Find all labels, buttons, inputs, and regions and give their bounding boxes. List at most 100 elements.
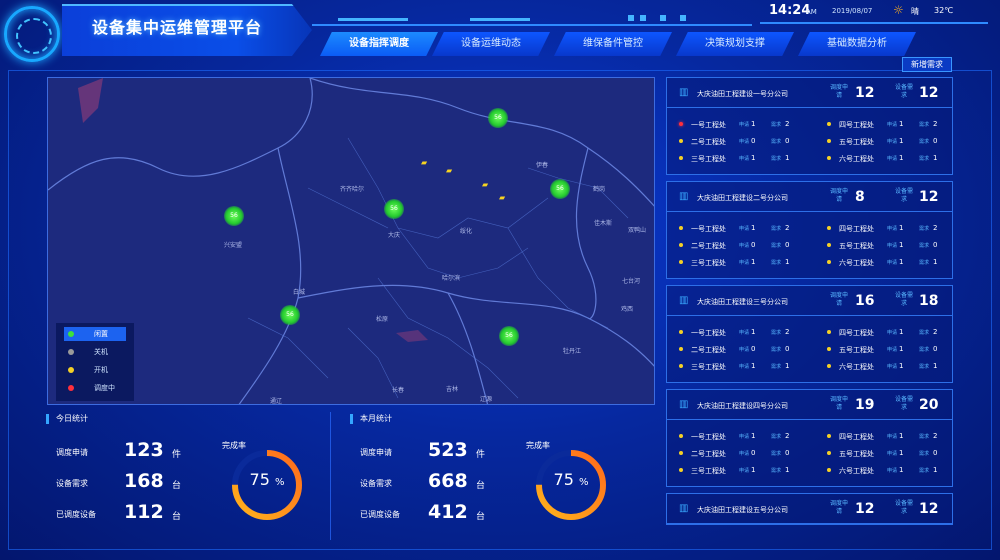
status-dot xyxy=(68,331,74,337)
legend-item-dispatching[interactable]: 调度中 xyxy=(64,381,126,395)
map-marker[interactable]: 56 xyxy=(384,199,404,219)
legend-label: 开机 xyxy=(94,366,108,374)
apply-value: 1 xyxy=(899,120,904,128)
legend-item-idle[interactable]: 闲置 xyxy=(64,327,126,341)
demand-key: 需求 xyxy=(771,156,782,162)
new-request-button[interactable]: 新增需求 xyxy=(902,57,952,72)
branch-name: 二号工程处 xyxy=(691,138,726,146)
branch-row[interactable]: 一号工程处 申请 1 需求 2 xyxy=(679,430,819,444)
branch-row[interactable]: 六号工程处 申请 1 需求 1 xyxy=(827,152,967,166)
branch-row[interactable]: 二号工程处 申请 0 需求 0 xyxy=(679,447,819,461)
apply-value: 0 xyxy=(751,449,756,457)
rate-unit: % xyxy=(274,477,285,488)
demand-label: 设备需求 xyxy=(895,84,914,99)
branch-row[interactable]: 二号工程处 申请 0 需求 0 xyxy=(679,239,819,253)
map-marker[interactable]: 56 xyxy=(488,108,508,128)
square-decoration xyxy=(660,15,666,21)
status-dot xyxy=(679,243,683,247)
apply-value: 1 xyxy=(899,345,904,353)
building-icon: ▥ xyxy=(679,191,689,202)
demand-key: 需求 xyxy=(919,451,930,457)
apply-count: 12 xyxy=(855,501,875,517)
apply-key: 申请 xyxy=(739,226,750,232)
company-card[interactable]: ▥ 大庆油田工程建设三号分公司 调度申请 16 设备需求 18 一号工程处 申请 1 需求 2 二号工… xyxy=(666,285,953,383)
branch-row[interactable]: 三号工程处 申请 1 需求 1 xyxy=(679,256,819,270)
branch-name: 六号工程处 xyxy=(839,363,874,371)
tab-dispatch[interactable]: 设备指挥调度 xyxy=(320,32,438,56)
branch-name: 五号工程处 xyxy=(839,346,874,354)
company-card[interactable]: ▥ 大庆油田工程建设二号分公司 调度申请 8 设备需求 12 一号工程处 申请 1 需求 2 二号工程… xyxy=(666,181,953,279)
branch-row[interactable]: 六号工程处 申请 1 需求 1 xyxy=(827,256,967,270)
apply-value: 1 xyxy=(899,449,904,457)
demand-count: 20 xyxy=(919,397,939,413)
apply-value: 1 xyxy=(899,466,904,474)
demand-key: 需求 xyxy=(919,347,930,353)
branch-row[interactable]: 三号工程处 申请 1 需求 1 xyxy=(679,152,819,166)
legend-label: 调度中 xyxy=(94,384,115,392)
branch-name: 六号工程处 xyxy=(839,155,874,163)
demand-value: 2 xyxy=(785,120,790,128)
branch-row[interactable]: 三号工程处 申请 1 需求 1 xyxy=(679,360,819,374)
branch-row[interactable]: 六号工程处 申请 1 需求 1 xyxy=(827,360,967,374)
apply-count: 12 xyxy=(855,85,875,101)
tab-decision-planning[interactable]: 决策规划支撑 xyxy=(676,32,794,56)
company-card[interactable]: ▥ 大庆油田工程建设一号分公司 调度申请 12 设备需求 12 一号工程处 申请 1 需求 2 二号工… xyxy=(666,77,953,175)
logo-icon xyxy=(4,6,60,62)
branch-row[interactable]: 一号工程处 申请 1 需求 2 xyxy=(679,222,819,236)
apply-value: 1 xyxy=(899,362,904,370)
branch-row[interactable]: 五号工程处 申请 1 需求 0 xyxy=(827,239,967,253)
company-card[interactable]: ▥ 大庆油田工程建设五号分公司 调度申请 12 设备需求 12 xyxy=(666,493,953,525)
tab-data-analysis[interactable]: 基础数据分析 xyxy=(798,32,916,56)
branch-row[interactable]: 四号工程处 申请 1 需求 2 xyxy=(827,222,967,236)
status-dot xyxy=(827,347,831,351)
branch-row[interactable]: 五号工程处 申请 1 需求 0 xyxy=(827,135,967,149)
branch-name: 二号工程处 xyxy=(691,450,726,458)
branch-row[interactable]: 五号工程处 申请 1 需求 0 xyxy=(827,343,967,357)
branch-row[interactable]: 六号工程处 申请 1 需求 1 xyxy=(827,464,967,478)
stat-value: 123 xyxy=(124,439,164,461)
map-marker[interactable]: 56 xyxy=(224,206,244,226)
map-place-label: 吉林 xyxy=(446,386,459,393)
branch-row[interactable]: 一号工程处 申请 1 需求 2 xyxy=(679,118,819,132)
status-dot xyxy=(679,260,683,264)
demand-key: 需求 xyxy=(771,122,782,128)
tab-ops-dynamics[interactable]: 设备运维动态 xyxy=(432,32,550,56)
branch-row[interactable]: 三号工程处 申请 1 需求 1 xyxy=(679,464,819,478)
demand-key: 需求 xyxy=(771,468,782,474)
branch-name: 三号工程处 xyxy=(691,363,726,371)
map-view[interactable]: 伊春 鹤岗 佳木斯 双鸭山 齐齐哈尔 大庆 绥化 哈尔滨 七台河 鸡西 兴安盟 … xyxy=(47,77,655,405)
branch-row[interactable]: 四号工程处 申请 1 需求 2 xyxy=(827,430,967,444)
status-dot xyxy=(679,364,683,368)
sun-icon: ☼ xyxy=(893,3,904,17)
demand-value: 2 xyxy=(933,328,938,336)
map-marker[interactable]: 56 xyxy=(550,179,570,199)
truck-icon[interactable]: ▰ xyxy=(499,193,505,202)
branch-row[interactable]: 二号工程处 申请 0 需求 0 xyxy=(679,343,819,357)
apply-key: 申请 xyxy=(739,260,750,266)
map-marker[interactable]: 56 xyxy=(280,305,300,325)
branch-row[interactable]: 四号工程处 申请 1 需求 2 xyxy=(827,118,967,132)
branch-row[interactable]: 一号工程处 申请 1 需求 2 xyxy=(679,326,819,340)
demand-key: 需求 xyxy=(771,139,782,145)
map-marker[interactable]: 56 xyxy=(499,326,519,346)
demand-count: 18 xyxy=(919,293,939,309)
apply-count: 8 xyxy=(855,189,865,205)
company-card[interactable]: ▥ 大庆油田工程建设四号分公司 调度申请 19 设备需求 20 一号工程处 申请 1 需求 2 二号工… xyxy=(666,389,953,487)
map-place-label: 兴安盟 xyxy=(224,242,243,249)
demand-key: 需求 xyxy=(771,226,782,232)
tab-spare-parts[interactable]: 维保备件管控 xyxy=(554,32,672,56)
building-icon: ▥ xyxy=(679,399,689,410)
branch-row[interactable]: 四号工程处 申请 1 需求 2 xyxy=(827,326,967,340)
branch-row[interactable]: 二号工程处 申请 0 需求 0 xyxy=(679,135,819,149)
rate-value: 75 xyxy=(553,470,574,489)
truck-icon[interactable]: ▰ xyxy=(446,166,452,175)
demand-value: 1 xyxy=(933,466,938,474)
branch-row[interactable]: 五号工程处 申请 1 需求 0 xyxy=(827,447,967,461)
truck-icon[interactable]: ▰ xyxy=(421,158,427,167)
branch-name: 一号工程处 xyxy=(691,121,726,129)
legend-item-off[interactable]: 关机 xyxy=(64,345,126,359)
truck-icon[interactable]: ▰ xyxy=(482,180,488,189)
stat-unit: 件 xyxy=(476,450,486,460)
legend-item-on[interactable]: 开机 xyxy=(64,363,126,377)
top-dash-decoration xyxy=(470,18,530,21)
